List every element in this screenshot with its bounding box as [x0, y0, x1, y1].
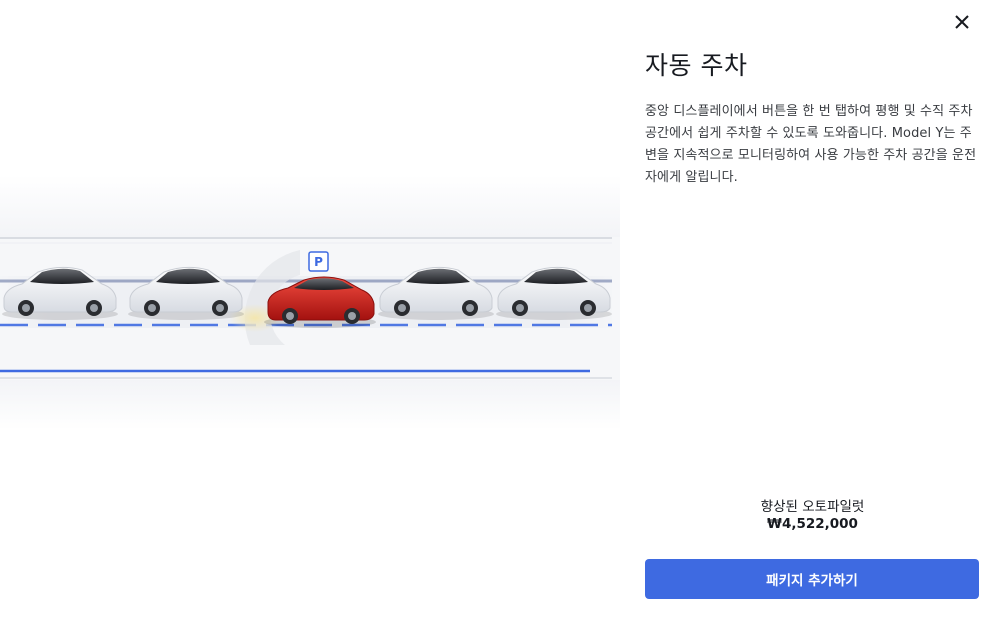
autopark-illustration: P: [0, 175, 620, 430]
feature-description: 중앙 디스플레이에서 버튼을 한 번 탭하여 평행 및 수직 주차 공간에서 쉽…: [645, 104, 977, 185]
package-price: ₩4,522,000: [767, 516, 858, 532]
feature-title: 자동 주차: [645, 51, 748, 80]
feature-info-panel: 자동 주차 중앙 디스플레이에서 버튼을 한 번 탭하여 평행 및 수직 주차 …: [645, 0, 980, 617]
parking-sign-icon: P: [308, 251, 329, 272]
feature-modal: P 자동 주차 중앙 디스플레이에서 버튼을 한 번 탭하여 평행 및 수직 주…: [0, 0, 988, 617]
package-name: 향상된 오토파일럿: [760, 499, 865, 515]
add-package-button[interactable]: 패키지 추가하기: [645, 559, 979, 599]
svg-text:P: P: [314, 255, 323, 269]
